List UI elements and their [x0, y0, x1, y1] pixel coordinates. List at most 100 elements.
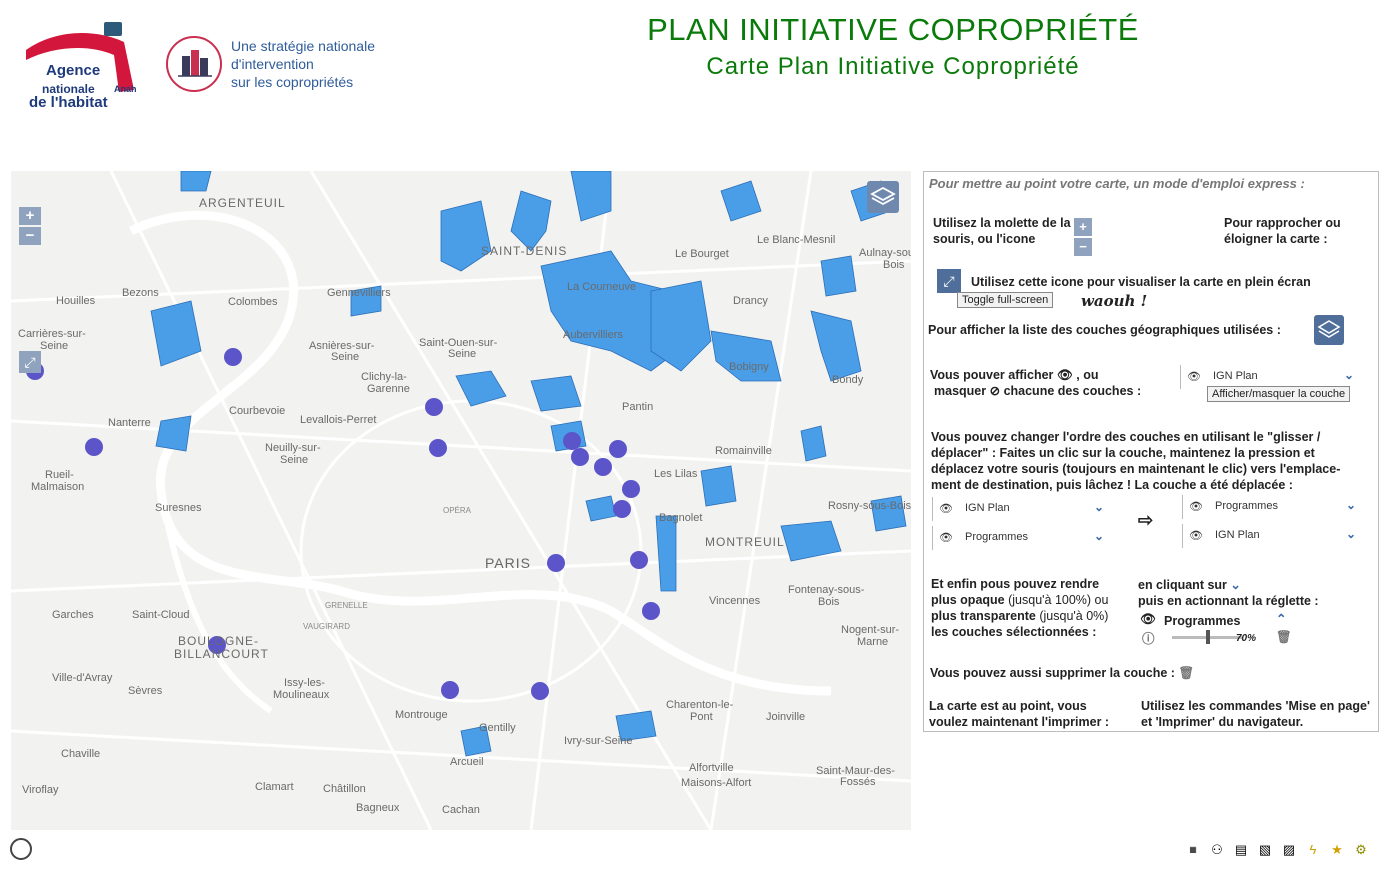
opacity-example: 👁 Programmes ⌃ ⓘ 70% 🗑 [1140, 611, 1340, 651]
gear-icon[interactable]: ⚙ [1352, 841, 1370, 859]
marker-16[interactable] [441, 681, 459, 699]
chevron-down-icon: ⌄ [1345, 498, 1356, 512]
notes-icon[interactable]: ▨ [1280, 841, 1298, 859]
show-hide-c: masquer [934, 384, 987, 398]
help-zoom-in-icon: + [1074, 218, 1092, 236]
city-label: Pont [690, 711, 713, 723]
anah-logo-line3: de l'habitat [29, 94, 108, 111]
city-label: Nogent-sur- [841, 624, 900, 636]
layer-name: Programmes [1215, 500, 1278, 512]
eye-icon: 👁 [1140, 612, 1156, 626]
city-label: Montrouge [395, 709, 448, 721]
star-icon[interactable]: ★ [1328, 841, 1346, 859]
city-label: Maisons-Alfort [681, 777, 752, 789]
city-label: PARIS [485, 555, 531, 571]
marker-14[interactable] [642, 602, 660, 620]
polygon-saint-denis [510, 190, 552, 252]
marker-6[interactable] [563, 432, 581, 450]
show-hide-a: Vous pouver afficher [930, 368, 1054, 382]
zoom-help-text: Utilisez la molette de la souris, ou l'i… [933, 216, 1071, 246]
city-label: Saint-Cloud [132, 609, 190, 621]
zoom-out-button[interactable]: − [19, 227, 41, 245]
city-label: Gentilly [479, 722, 516, 734]
marker-12[interactable] [547, 554, 565, 572]
opacity-line3a: plus transparente [931, 609, 1036, 623]
polygon-blanc-mesnil [720, 180, 762, 222]
eye-icon: 👁 [939, 532, 953, 544]
map-viewport[interactable]: ARGENTEUIL SAINT-DENIS Le Blanc-Mesnil A… [11, 171, 911, 830]
show-hide-text-2: masquer ⊘ chacune des couches : [934, 383, 1141, 399]
marker-7[interactable] [571, 448, 589, 466]
cluster-icon[interactable]: ⚇ [1208, 841, 1226, 859]
city-label: Bezons [122, 287, 159, 299]
polygon-bagnolet [700, 465, 737, 507]
city-label: Fossés [840, 776, 876, 788]
city-label: Colombes [228, 296, 278, 308]
calendar-icon[interactable]: ▤ [1232, 841, 1250, 859]
city-label: Nanterre [108, 417, 151, 429]
marker-8[interactable] [594, 458, 612, 476]
zoom-help-text-right: Pour rapprocher ou éloigner la carte : [1224, 216, 1341, 246]
marker-10[interactable] [622, 480, 640, 498]
city-label: La Courneuve [567, 281, 637, 293]
seine-branch [158, 490, 273, 714]
city-label: Seine [40, 340, 69, 352]
zoom-in-button[interactable]: + [19, 207, 41, 225]
city-label: Neuilly-sur- [265, 442, 321, 454]
city-label: Pantin [622, 401, 654, 413]
opacity-right-1: en cliquant sur [1138, 578, 1227, 592]
city-label: Fontenay-sous- [788, 584, 865, 596]
city-label: Châtillon [323, 783, 366, 795]
document-icon[interactable]: ▧ [1256, 841, 1274, 859]
marker-17[interactable] [531, 682, 549, 700]
chevron-down-icon: ⌄ [1345, 527, 1356, 541]
opacity-line4: les couches sélectionnées : [931, 625, 1097, 639]
city-label: Seine [331, 351, 360, 363]
city-label: Sèvres [128, 685, 163, 697]
trash-icon: 🗑 [1178, 666, 1195, 680]
search-plus-icon[interactable] [10, 838, 32, 860]
show-hide-text: Vous pouver afficher 👁 , ou [930, 367, 1098, 383]
city-label: Moulineaux [273, 689, 330, 701]
layers-help-text: Pour afficher la liste des couches géogr… [928, 323, 1281, 337]
city-label: Gennevilliers [327, 287, 391, 299]
city-label: SAINT-DENIS [481, 244, 568, 258]
city-label: Les Lilas [654, 468, 698, 480]
city-label: Drancy [733, 295, 768, 307]
marker-13[interactable] [630, 551, 648, 569]
opacity-help-text: Et enfin pous pouvez rendre plus opaque … [931, 576, 1131, 640]
polygon-12e [655, 515, 677, 592]
help-layers-icon [1314, 315, 1344, 345]
city-label: Cachan [442, 804, 480, 816]
opacity-line2a: plus opaque [931, 593, 1005, 607]
polygon-20e [585, 495, 617, 522]
select-icon[interactable]: ▦ [1184, 841, 1202, 859]
polygon-drancy [820, 255, 857, 297]
show-hide-d: chacune des couches : [1003, 384, 1142, 398]
fullscreen-button[interactable]: ⤢ [19, 351, 41, 373]
marker-5[interactable] [429, 439, 447, 457]
help-panel: Pour mettre au point votre carte, un mod… [923, 171, 1379, 732]
marker-11[interactable] [613, 500, 631, 518]
marker-9[interactable] [609, 440, 627, 458]
example-layer-ign-after: 👁 IGN Plan ⌄ [1182, 524, 1364, 548]
opacity-slider-text: puis en actionnant la réglette : [1138, 594, 1319, 608]
marker-4[interactable] [425, 398, 443, 416]
city-label: Courbevoie [229, 405, 286, 417]
city-label: Rosny-sous-Bois [828, 500, 911, 512]
city-label: Vincennes [709, 595, 761, 607]
marker-1[interactable] [224, 348, 242, 366]
marker-3[interactable] [85, 438, 103, 456]
city-label: ARGENTEUIL [199, 196, 286, 210]
city-label: Bobigny [729, 361, 769, 373]
opacity-slider-thumb [1206, 630, 1210, 644]
example-layer-ign-before: 👁 IGN Plan ⌄ [932, 497, 1112, 521]
map-canvas [11, 171, 911, 830]
opacity-line2b: (jusqu'à 100%) ou [1004, 593, 1109, 607]
city-label: Houilles [56, 295, 96, 307]
anah-logo-tag: Anah [114, 84, 137, 94]
layers-button[interactable] [867, 181, 899, 213]
help-zoom-out-icon: − [1074, 238, 1092, 256]
district-label: GRENELLE [325, 601, 368, 610]
lightning-icon[interactable]: ϟ [1304, 841, 1322, 859]
